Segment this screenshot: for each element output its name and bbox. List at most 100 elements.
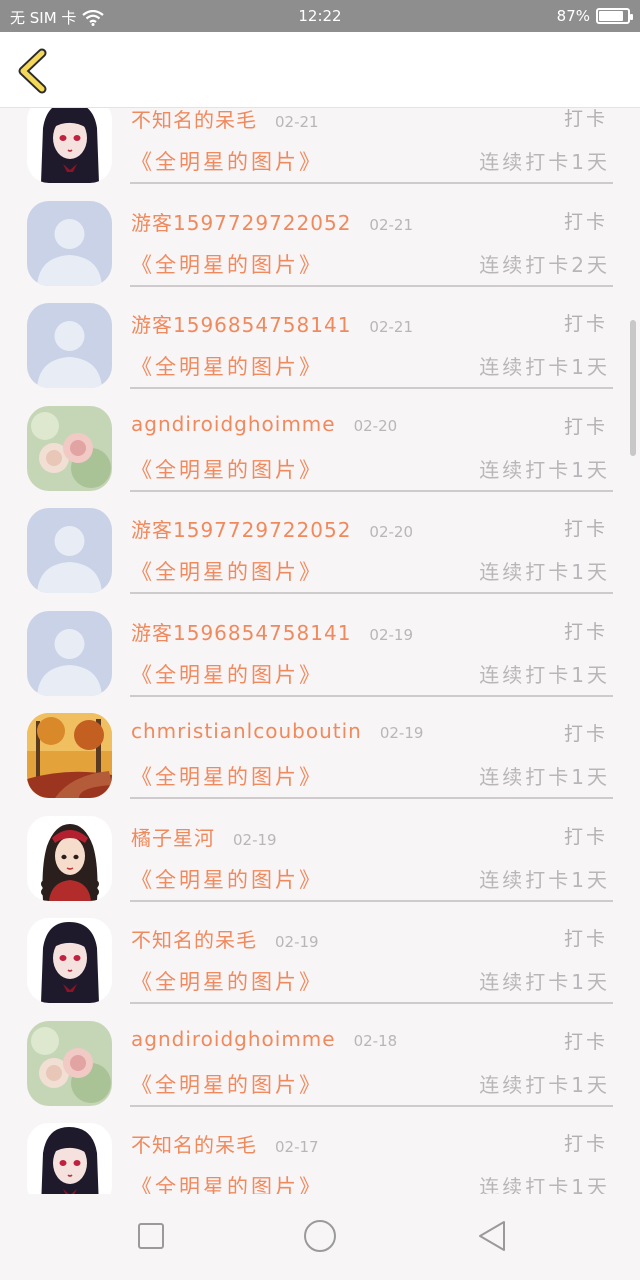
book-title[interactable]: 《全明星的图片》: [131, 454, 323, 484]
user-avatar[interactable]: [27, 303, 112, 388]
checkin-date: 02-17: [275, 1138, 319, 1156]
checkin-list[interactable]: 不知名的呆毛 02-21 打卡 《全明星的图片》 连续打卡1天 游客15977297220…: [0, 108, 640, 1194]
name-line: agndiroidghoimme 02-18: [131, 1027, 397, 1051]
streak-text: 连续打卡2天: [479, 252, 610, 277]
checkin-record-row[interactable]: chmristianlcouboutin 02-19 打卡 《全明星的图片》 连续打卡1…: [0, 697, 640, 800]
user-name[interactable]: agndiroidghoimme: [131, 1027, 336, 1051]
streak-text: 连续打卡1天: [479, 867, 610, 892]
user-avatar[interactable]: [27, 108, 112, 183]
avatar-image: [27, 918, 112, 1003]
streak-text: 连续打卡1天: [479, 662, 610, 687]
checkin-record-row[interactable]: 不知名的呆毛 02-19 打卡《全明星的图片》 连续打卡1天: [0, 902, 640, 1005]
checkin-record-row[interactable]: 游客1596854758141 02-19 打卡《全明星的图片》 连续打卡1天: [0, 595, 640, 698]
name-line: 不知名的呆毛 02-19: [131, 924, 319, 953]
avatar-image: [27, 713, 112, 798]
avatar-image: [27, 1123, 112, 1194]
name-line: 不知名的呆毛 02-21: [131, 108, 319, 133]
user-avatar[interactable]: [27, 610, 112, 696]
user-avatar[interactable]: [27, 1123, 112, 1194]
checkin-record-row[interactable]: 游客1596854758141 02-21 打卡 《全明星的图片》 连续打卡1天: [0, 287, 640, 390]
square-recent-apps-icon: [138, 1223, 164, 1249]
checkin-record-row[interactable]: 橘子星河 02-19 打卡 《全明星的图片》 连续打卡1天: [0, 800, 640, 903]
checkin-date: 02-19: [233, 830, 277, 849]
user-name[interactable]: 游客1597729722052: [131, 514, 351, 543]
checkin-date: 02-19: [379, 724, 424, 742]
checkin-record-row[interactable]: 游客1597729722052 02-20 打卡 《全明星的图片》 连续打卡1天: [0, 492, 640, 595]
name-line: chmristianlcouboutin 02-19: [131, 719, 423, 743]
user-name[interactable]: chmristianlcouboutin: [131, 719, 362, 743]
checkin-date: 02-21: [275, 113, 319, 131]
checkin-list-content: 不知名的呆毛 02-21 打卡 《全明星的图片》 连续打卡1天 游客15977297220…: [0, 108, 640, 1194]
user-name[interactable]: 游客1597729722052: [131, 207, 351, 236]
back-nav-button[interactable]: [472, 1216, 512, 1256]
system-nav-bar: [0, 1194, 640, 1280]
name-line: 橘子星河 02-19: [131, 822, 277, 851]
status-bar: 无 SIM 卡 12:22 87%: [0, 0, 640, 32]
user-name[interactable]: 不知名的呆毛: [131, 924, 257, 953]
scrollbar[interactable]: [630, 320, 636, 456]
book-title[interactable]: 《全明星的图片》: [131, 659, 323, 689]
user-name[interactable]: 不知名的呆毛: [131, 108, 257, 133]
back-button[interactable]: [14, 48, 54, 94]
book-title[interactable]: 《全明星的图片》: [131, 864, 323, 894]
name-line: agndiroidghoimme 02-20: [131, 412, 397, 436]
book-title[interactable]: 《全明星的图片》: [131, 1069, 323, 1099]
name-line: 不知名的呆毛 02-17: [131, 1129, 319, 1158]
status-time: 12:22: [298, 7, 342, 25]
book-title[interactable]: 《全明星的图片》: [131, 1171, 323, 1194]
user-avatar[interactable]: [27, 713, 112, 798]
user-name[interactable]: 橘子星河: [131, 822, 215, 851]
user-name[interactable]: agndiroidghoimme: [131, 412, 336, 436]
battery-percent: 87%: [556, 7, 590, 25]
battery-icon: [596, 8, 633, 24]
checkin-record-row[interactable]: agndiroidghoimme 02-20 打卡 《全明星的图片》 连续打卡1天: [0, 390, 640, 493]
avatar-image: [27, 610, 112, 696]
user-avatar[interactable]: [27, 405, 112, 491]
circle-home-icon: [304, 1220, 336, 1252]
checkin-date: 02-20: [353, 416, 398, 435]
streak-text: 连续打卡1天: [479, 150, 610, 174]
checkin-record-row[interactable]: 游客1597729722052 02-21 打卡 《全明星的图片》 连续打卡2天: [0, 185, 640, 288]
user-name[interactable]: 不知名的呆毛: [131, 1129, 257, 1158]
user-avatar[interactable]: [27, 200, 112, 286]
home-button[interactable]: [300, 1216, 340, 1256]
triangle-back-icon: [479, 1221, 505, 1251]
recent-apps-button[interactable]: [131, 1216, 171, 1256]
name-line: 游客1597729722052 02-21: [131, 207, 413, 236]
book-title[interactable]: 《全明星的图片》: [131, 249, 323, 279]
chevron-left-icon: [18, 48, 47, 94]
streak-text: 连续打卡1天: [479, 1175, 610, 1194]
user-avatar[interactable]: [27, 918, 112, 1003]
user-avatar[interactable]: [27, 508, 112, 593]
checkin-label: 打卡: [563, 620, 608, 643]
checkin-date: 02-21: [369, 215, 414, 234]
avatar-image: [27, 200, 112, 286]
streak-text: 连续打卡1天: [479, 1072, 610, 1097]
streak-text: 连续打卡1天: [479, 355, 610, 379]
book-title[interactable]: 《全明星的图片》: [131, 146, 323, 176]
checkin-date: 02-18: [353, 1031, 398, 1050]
avatar-image: [27, 508, 112, 593]
checkin-record-row[interactable]: 不知名的呆毛 02-17 打卡 《全明星的图片》 连续打卡1天: [0, 1107, 640, 1194]
book-title[interactable]: 《全明星的图片》: [131, 556, 323, 586]
avatar-image: [27, 1020, 112, 1106]
checkin-date: 02-20: [369, 523, 414, 541]
app-header: [0, 32, 640, 108]
checkin-date: 02-19: [275, 933, 319, 951]
status-right: 87%: [556, 7, 633, 25]
checkin-label: 打卡: [563, 928, 608, 950]
user-avatar[interactable]: [27, 815, 112, 901]
checkin-label: 打卡: [563, 108, 608, 130]
checkin-record-row[interactable]: agndiroidghoimme 02-18 打卡 《全明星的图片》 连续打卡1天: [0, 1005, 640, 1108]
book-title[interactable]: 《全明星的图片》: [131, 351, 323, 381]
streak-text: 连续打卡1天: [479, 765, 610, 789]
name-line: 游客1596854758141 02-19: [131, 617, 413, 646]
streak-text: 连续打卡1天: [479, 970, 610, 994]
checkin-record-row[interactable]: 不知名的呆毛 02-21 打卡《全明星的图片》 连续打卡1天: [0, 108, 640, 185]
avatar-image: [27, 108, 112, 183]
user-name[interactable]: 游客1596854758141: [131, 617, 351, 646]
user-avatar[interactable]: [27, 1020, 112, 1106]
user-name[interactable]: 游客1596854758141: [131, 309, 351, 338]
book-title[interactable]: 《全明星的图片》: [131, 966, 323, 996]
book-title[interactable]: 《全明星的图片》: [131, 761, 323, 791]
